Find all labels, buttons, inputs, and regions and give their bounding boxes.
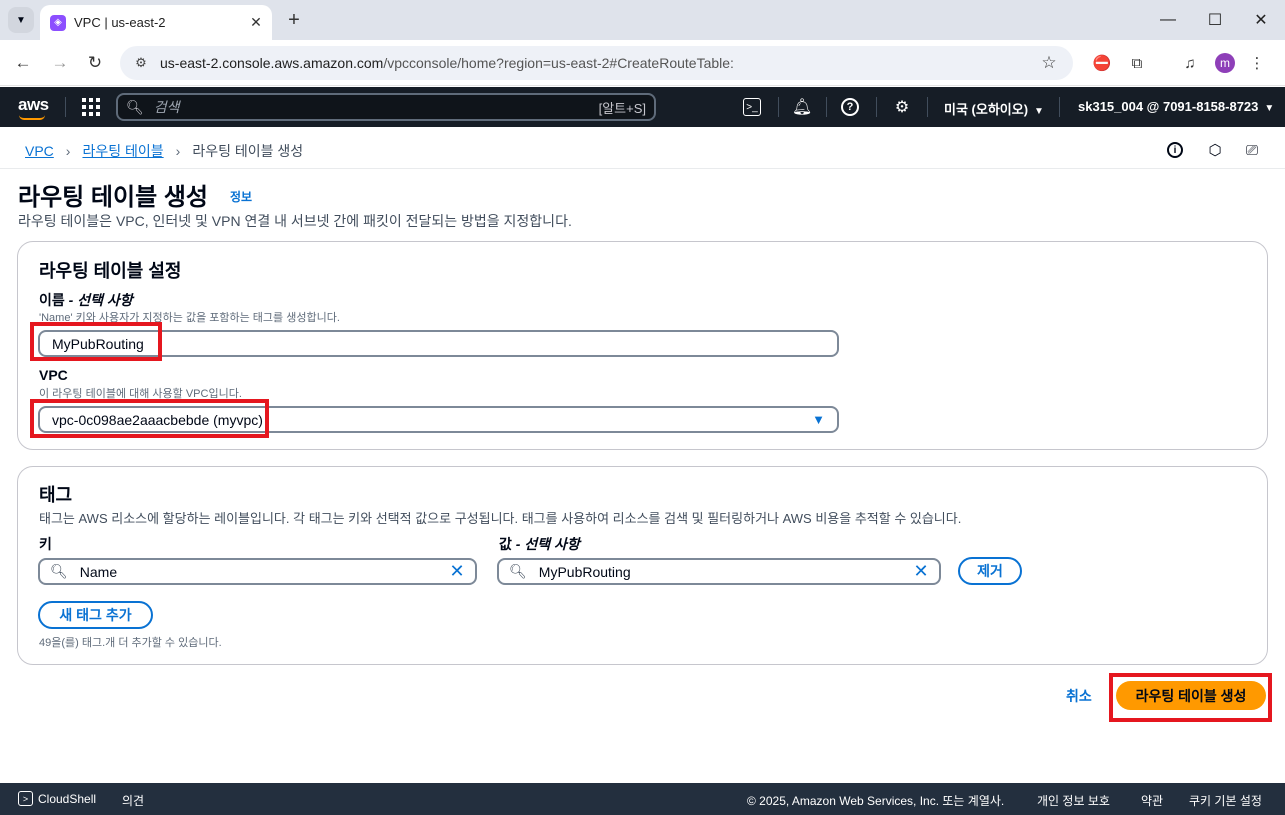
search-icon: 🔍︎ xyxy=(509,563,527,579)
clear-icon[interactable]: ✕ xyxy=(447,561,467,582)
annotation-highlight-name xyxy=(30,322,162,361)
name-label: 이름 - 선택 사항 xyxy=(39,290,133,310)
account-menu[interactable]: sk315_004 @ 7091-8158-8723 ▼ xyxy=(1078,99,1274,114)
cloudshell-icon[interactable]: >_ xyxy=(743,98,761,116)
breadcrumb: VPC › 라우팅 테이블 › 라우팅 테이블 생성 xyxy=(25,141,303,161)
tag-value-value: MyPubRouting xyxy=(538,563,631,580)
divider xyxy=(826,97,827,117)
account-label: sk315_004 @ 7091-8158-8723 xyxy=(1078,99,1259,114)
tag-value-optional-text: - 선택 사항 xyxy=(511,536,580,552)
tags-description: 태그는 AWS 리소스에 할당하는 레이블입니다. 각 태그는 키와 선택적 값… xyxy=(39,511,962,526)
settings-gear-icon[interactable]: ⚙ xyxy=(891,96,913,118)
site-settings-icon[interactable]: ⚙ xyxy=(132,54,150,72)
tag-value-input[interactable]: 🔍︎ MyPubRouting ✕ xyxy=(497,558,941,585)
notifications-bell-icon[interactable]: 🔔︎ xyxy=(791,96,813,118)
bookmark-star-icon[interactable]: ☆ xyxy=(1037,53,1061,73)
maximize-icon[interactable]: ☐ xyxy=(1192,6,1238,34)
breadcrumb-route-tables[interactable]: 라우팅 테이블 xyxy=(82,141,163,161)
divider xyxy=(927,97,928,117)
annotation-highlight-create xyxy=(1109,673,1272,722)
page-description: 라우팅 테이블은 VPC, 인터넷 및 VPN 연결 내 서브넷 간에 패킷이 … xyxy=(18,213,572,229)
search-shortcut: [알트+S] xyxy=(598,100,646,116)
chevron-down-icon: ▼ xyxy=(16,14,26,26)
name-label-text: 이름 xyxy=(39,292,65,308)
media-playlist-icon[interactable]: ♫ xyxy=(1178,51,1202,75)
divider xyxy=(778,97,779,117)
footer-privacy[interactable]: 개인 정보 보호 xyxy=(1037,792,1110,809)
footer-terms[interactable]: 약관 xyxy=(1141,792,1163,809)
url-host: us-east-2.console.aws.amazon.com xyxy=(160,55,384,71)
divider xyxy=(1059,97,1060,117)
breadcrumb-bar: VPC › 라우팅 테이블 › 라우팅 테이블 생성 i ⬡ ⎚ xyxy=(0,127,1285,169)
footer-copyright: © 2025, Amazon Web Services, Inc. 또는 계열사… xyxy=(747,794,1005,808)
chevron-right-icon: › xyxy=(65,143,71,159)
page-title: 라우팅 테이블 생성 xyxy=(18,184,208,211)
tag-value-label: 값 - 선택 사항 xyxy=(499,534,580,554)
forward-icon[interactable]: → xyxy=(47,50,73,76)
kebab-menu-icon[interactable]: ⋮ xyxy=(1245,51,1269,75)
region-label: 미국 (오하이오) xyxy=(944,102,1029,117)
dropdown-caret-icon: ▼ xyxy=(812,412,825,427)
aws-logo[interactable]: aws xyxy=(18,95,49,120)
browser-toolbar: ← → ↻ ⚙ us-east-2.console.aws.amazon.com… xyxy=(0,40,1285,86)
breadcrumb-vpc[interactable]: VPC xyxy=(25,143,54,159)
url-path: /vpcconsole/home?region=us-east-2#Create… xyxy=(383,55,734,71)
tab-search-button[interactable]: ▼ xyxy=(8,7,34,33)
tag-key-input[interactable]: 🔍︎ Name ✕ xyxy=(38,558,477,585)
divider xyxy=(876,97,877,117)
address-bar[interactable]: ⚙ us-east-2.console.aws.amazon.com/vpcco… xyxy=(120,46,1073,80)
new-tab-button[interactable]: + xyxy=(282,8,306,32)
cancel-button[interactable]: 취소 xyxy=(1066,686,1092,706)
extension-blocked-icon[interactable]: ⛔ xyxy=(1090,51,1114,75)
vpc-favicon-icon: ◈ xyxy=(50,14,66,31)
tag-key-label: 키 xyxy=(39,536,52,552)
settings-heading: 라우팅 테이블 설정 xyxy=(39,261,182,281)
minimize-icon[interactable]: — xyxy=(1145,6,1191,34)
reload-icon[interactable]: ↻ xyxy=(82,50,108,76)
tags-heading: 태그 xyxy=(39,485,73,505)
help-icon[interactable]: ? xyxy=(841,98,859,116)
footer-cloudshell[interactable]: CloudShell xyxy=(38,792,96,806)
tag-key-value: Name xyxy=(79,563,118,580)
breadcrumb-current: 라우팅 테이블 생성 xyxy=(192,143,304,159)
tools-hexagon-icon[interactable]: ⬡ xyxy=(1205,140,1225,160)
caret-down-icon: ▼ xyxy=(1264,103,1275,114)
cloudshell-icon[interactable]: > xyxy=(18,791,33,806)
tag-value-label-text: 값 xyxy=(499,536,512,552)
services-grid-icon[interactable] xyxy=(82,98,100,116)
browser-tab-bar: ▼ ◈ VPC | us-east-2 ✕ + — ☐ ✕ xyxy=(0,0,1285,40)
url-text[interactable]: us-east-2.console.aws.amazon.com/vpccons… xyxy=(160,55,1037,71)
footer-feedback[interactable]: 의견 xyxy=(122,792,144,809)
feedback-screen-icon[interactable]: ⎚ xyxy=(1242,140,1262,160)
profile-avatar[interactable]: m xyxy=(1215,53,1235,73)
info-icon[interactable]: i xyxy=(1167,142,1183,158)
clear-icon[interactable]: ✕ xyxy=(911,561,931,582)
search-placeholder: 검색 xyxy=(153,99,180,115)
aws-search-box[interactable]: 🔍︎ 검색 [알트+S] xyxy=(116,93,656,121)
annotation-highlight-vpc xyxy=(30,399,269,438)
name-optional-text: - 선택 사항 xyxy=(64,292,133,308)
chevron-right-icon: › xyxy=(175,143,181,159)
extensions-puzzle-icon[interactable]: ⧉ xyxy=(1125,51,1149,75)
tags-panel: 태그 태그는 AWS 리소스에 할당하는 레이블입니다. 각 태그는 키와 선택… xyxy=(17,466,1268,665)
footer-cookies[interactable]: 쿠키 기본 설정 xyxy=(1189,792,1262,809)
vpc-label: VPC xyxy=(39,367,68,383)
search-icon: 🔍︎ xyxy=(50,563,68,579)
region-selector[interactable]: 미국 (오하이오) ▼ xyxy=(944,99,1044,118)
back-icon[interactable]: ← xyxy=(10,50,36,76)
console-footer: > CloudShell 의견 © 2025, Amazon Web Servi… xyxy=(0,783,1285,815)
tags-remaining-hint: 49을(를) 태그.개 더 추가할 수 있습니다. xyxy=(39,637,222,649)
caret-down-icon: ▼ xyxy=(1034,106,1044,117)
tab-title: VPC | us-east-2 xyxy=(74,15,166,30)
info-link[interactable]: 정보 xyxy=(230,188,252,205)
divider xyxy=(65,97,66,117)
remove-tag-button[interactable]: 제거 xyxy=(958,557,1022,585)
add-tag-button[interactable]: 새 태그 추가 xyxy=(38,601,153,629)
window-close-icon[interactable]: ✕ xyxy=(1238,6,1284,34)
browser-tab[interactable]: ◈ VPC | us-east-2 ✕ xyxy=(40,5,272,40)
aws-top-nav: aws 🔍︎ 검색 [알트+S] >_ 🔔︎ ? ⚙ 미국 (오하이오) ▼ sk… xyxy=(0,87,1285,127)
search-icon: 🔍︎ xyxy=(126,98,144,115)
close-tab-icon[interactable]: ✕ xyxy=(246,13,266,33)
